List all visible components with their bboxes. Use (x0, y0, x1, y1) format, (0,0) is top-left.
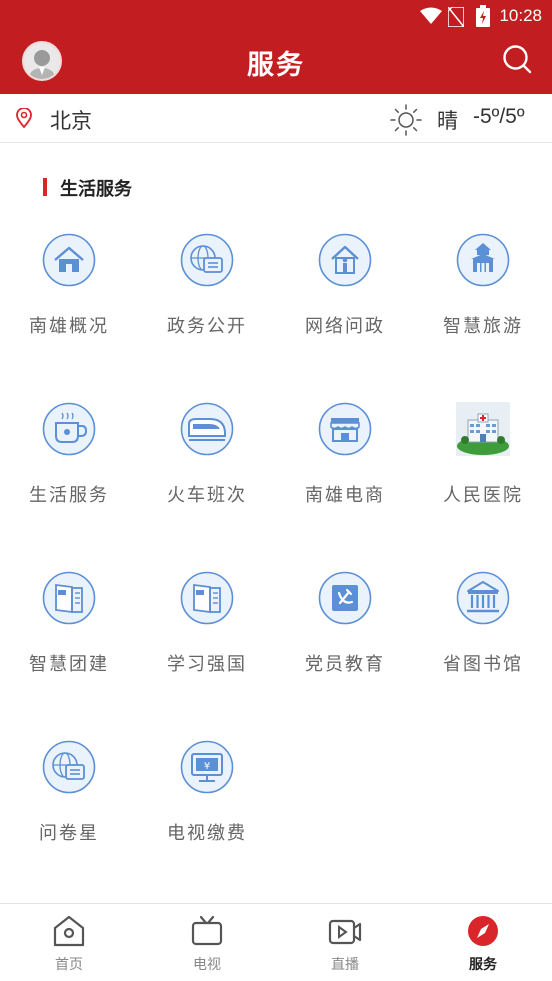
service-label: 南雄电商 (305, 485, 385, 506)
service-label: 问卷星 (39, 823, 99, 844)
service-label: 政务公开 (167, 316, 247, 337)
sunny-icon (390, 104, 422, 136)
home-icon (53, 915, 85, 947)
globe-document-icon (180, 233, 234, 287)
house-icon (42, 233, 96, 287)
city-name[interactable]: 北京 (50, 105, 92, 135)
search-icon[interactable] (502, 44, 532, 74)
section-accent-bar (43, 178, 47, 196)
weather-condition: 晴 (437, 109, 458, 133)
tab-label: 电视 (193, 957, 221, 973)
party-emblem-icon (318, 571, 372, 625)
section-title: 生活服务 (60, 179, 132, 200)
wifi-icon (420, 7, 442, 24)
service-label: 生活服务 (29, 485, 109, 506)
hospital-icon (456, 402, 510, 456)
library-building-icon (456, 571, 510, 625)
tab-services[interactable]: 服务 (414, 904, 552, 981)
service-item[interactable]: 人民医院 (414, 397, 552, 507)
service-item[interactable]: 南雄电商 (276, 397, 414, 507)
app-header: 10:28 服务 (0, 0, 552, 94)
service-label: 党员教育 (305, 654, 385, 675)
location-pin-icon[interactable] (16, 108, 32, 128)
tab-tv[interactable]: 电视 (138, 904, 276, 981)
service-label: 人民医院 (443, 485, 523, 506)
service-label: 电视缴费 (167, 823, 247, 844)
service-label: 智慧团建 (29, 654, 109, 675)
service-item[interactable]: 问卷星 (0, 735, 138, 845)
temple-icon (456, 233, 510, 287)
page-title: 服务 (247, 50, 305, 81)
tv-payment-icon: ¥ (180, 740, 234, 794)
status-time: 10:28 (499, 6, 542, 25)
globe-document-icon (42, 740, 96, 794)
service-item[interactable]: ¥ 电视缴费 (138, 735, 276, 845)
location-weather-bar: 北京 晴 -5º/5º (0, 94, 552, 143)
temperature-range: -5º/5º (473, 105, 525, 128)
tv-icon (191, 915, 223, 946)
service-label: 网络问政 (305, 316, 385, 337)
tab-live[interactable]: 直播 (276, 904, 414, 981)
service-item[interactable]: 网络问政 (276, 228, 414, 338)
service-label: 南雄概况 (29, 316, 109, 337)
coffee-cup-icon (42, 402, 96, 456)
bottom-tab-bar: 首页 电视 直播 服务 (0, 903, 552, 981)
tab-home[interactable]: 首页 (0, 904, 138, 981)
service-item[interactable]: 党员教育 (276, 566, 414, 676)
no-sim-icon (448, 7, 464, 27)
service-label: 省图书馆 (443, 654, 523, 675)
service-item[interactable]: 生活服务 (0, 397, 138, 507)
service-item[interactable]: 南雄概况 (0, 228, 138, 338)
house-person-icon (318, 233, 372, 287)
flag-book-icon (42, 571, 96, 625)
svg-text:¥: ¥ (204, 761, 210, 772)
battery-charging-icon (476, 5, 490, 27)
service-item[interactable]: 智慧团建 (0, 566, 138, 676)
status-bar: 10:28 (0, 0, 552, 32)
service-label: 智慧旅游 (443, 316, 523, 337)
tab-label: 直播 (331, 957, 359, 973)
service-item[interactable]: 政务公开 (138, 228, 276, 338)
train-icon (180, 402, 234, 456)
service-item[interactable]: 火车班次 (138, 397, 276, 507)
service-item[interactable]: 省图书馆 (414, 566, 552, 676)
shop-icon (318, 402, 372, 456)
compass-icon (468, 916, 498, 946)
tab-label: 首页 (55, 957, 83, 973)
video-icon (328, 919, 362, 945)
service-item[interactable]: 学习强国 (138, 566, 276, 676)
service-label: 学习强国 (167, 654, 247, 675)
tab-label: 服务 (469, 957, 497, 973)
flag-book-icon (180, 571, 234, 625)
service-item[interactable]: 智慧旅游 (414, 228, 552, 338)
service-label: 火车班次 (167, 485, 247, 506)
